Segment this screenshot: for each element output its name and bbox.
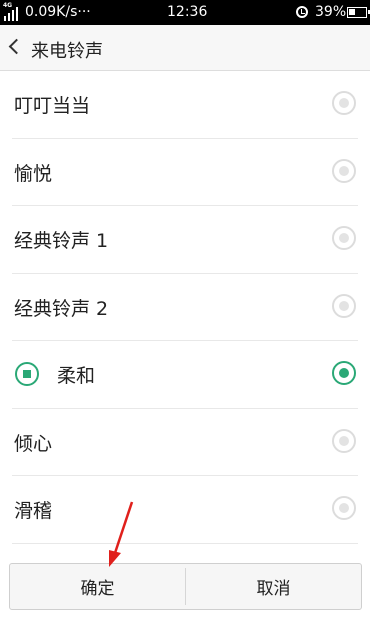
clock: 12:36	[167, 4, 208, 20]
ringtone-label: 滑稽	[14, 500, 53, 522]
ringtone-radio[interactable]	[332, 428, 356, 453]
ringtone-row[interactable]: 叮叮当当	[0, 71, 370, 139]
ringtone-radio[interactable]	[332, 361, 356, 385]
ringtone-row[interactable]: 愉悦	[0, 139, 370, 207]
ringtone-radio[interactable]	[332, 226, 356, 250]
ringtone-row[interactable]: 经典铃声 2	[0, 274, 370, 342]
network-type: 4G	[3, 2, 13, 9]
ringtone-radio[interactable]	[332, 91, 356, 115]
ringtone-radio[interactable]	[332, 158, 356, 183]
app-header: 来电铃声	[0, 25, 370, 71]
confirm-button[interactable]: 确定	[10, 564, 185, 609]
ringtone-label: 经典铃声 1	[14, 230, 109, 252]
network-speed: 0.09K/s···	[25, 4, 91, 20]
ringtone-label: 愉悦	[14, 162, 53, 185]
ringtone-list: 叮叮当当愉悦经典铃声 1 经典铃声 2 柔和倾心滑稽	[0, 71, 370, 544]
dialog-buttons: 确定 取消	[9, 563, 362, 610]
ringtone-radio[interactable]	[332, 496, 356, 520]
ringtone-row[interactable]: 柔和	[0, 341, 370, 409]
ringtone-row[interactable]: 经典铃声 1	[0, 206, 370, 274]
signal-icon: 4G	[3, 2, 19, 21]
back-arrow-icon[interactable]	[8, 38, 25, 55]
status-bar: 4G 0.09K/s··· 12:36 39%	[0, 0, 370, 25]
ringtone-label: 经典铃声 2	[14, 297, 109, 320]
alarm-icon	[296, 6, 308, 18]
ringtone-radio[interactable]	[332, 293, 356, 318]
ringtone-row[interactable]: 倾心	[0, 409, 370, 477]
ringtone-label: 柔和	[57, 365, 96, 387]
more-icon: ···	[77, 4, 91, 20]
ringtone-label: 倾心	[14, 432, 53, 455]
page-title: 来电铃声	[31, 41, 103, 62]
ringtone-row[interactable]: 滑稽	[0, 476, 370, 544]
stop-playback-icon[interactable]	[15, 362, 39, 386]
cancel-button[interactable]: 取消	[186, 564, 361, 609]
battery-percent: 39%	[315, 4, 347, 20]
battery-icon	[347, 7, 370, 18]
ringtone-label: 叮叮当当	[14, 95, 91, 117]
